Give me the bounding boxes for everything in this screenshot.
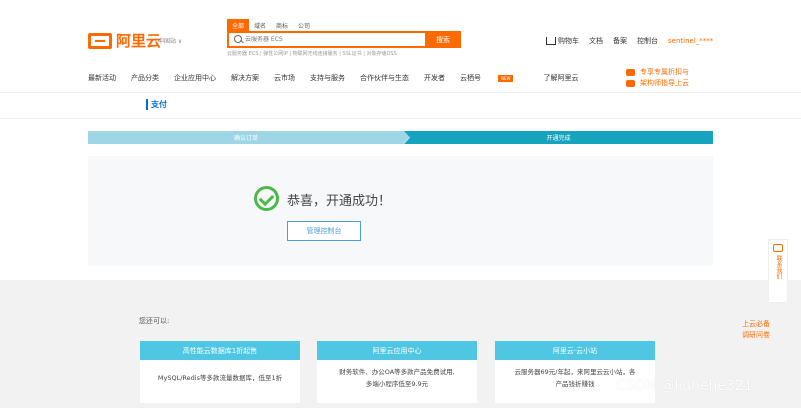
success-panel [88, 156, 713, 266]
card-body: MySQL/Redis等多款流量数据库，低至1折 [140, 360, 300, 384]
step-confirm-order: 确认订单 [88, 131, 410, 144]
logo-text: 阿里云 [116, 32, 162, 50]
nav-item-products[interactable]: 产品分类 [131, 73, 159, 83]
card-title: 阿里云应用中心 [317, 341, 477, 360]
contact-us-widget[interactable]: 联系我们 [768, 239, 788, 303]
promo-discount-label: 专享专属折扣与 [640, 68, 689, 76]
aliyun-logo[interactable]: 阿里云 [88, 30, 161, 51]
page-title: 支付 [146, 99, 167, 110]
search-input[interactable] [245, 36, 425, 43]
cart-icon [546, 37, 556, 45]
promo-architect[interactable]: 架构师指导上云 [626, 78, 689, 89]
main-nav: 最新活动 产品分类 企业应用中心 解决方案 云市场 支持与服务 合作伙伴与生态 … [88, 73, 593, 83]
promo-architect-label: 架构师指导上云 [640, 79, 689, 87]
nav-item-solutions[interactable]: 解决方案 [231, 73, 259, 83]
cart-link[interactable]: 购物车 [546, 36, 579, 46]
chat-icon [626, 69, 635, 76]
cart-label: 购物车 [558, 37, 579, 45]
step-activation-complete: 开通完成 [404, 131, 713, 144]
card-title: 阿里云·云小站 [495, 341, 655, 360]
nav-item-support[interactable]: 支持与服务 [310, 73, 345, 83]
region-selector[interactable]: 中国站 ∨ [158, 36, 182, 45]
chat-icon [773, 244, 783, 252]
watermark: CSDN @liuhehe321 [616, 378, 753, 394]
card-line: 云服务器69元/年起，来阿里云云小站，各 [514, 368, 636, 376]
card-line: 财务软件、办公OA等多款产品免费试用, [339, 368, 455, 376]
nav-item-developers[interactable]: 开发者 [424, 73, 445, 83]
chat-icon [626, 80, 635, 87]
search-bar: 搜索 [227, 31, 461, 48]
top-links: 购物车 文档 备案 控制台 sentinel_**** [546, 36, 713, 46]
recommend-hint: 您还可以: [139, 317, 170, 325]
docs-link[interactable]: 文档 [589, 36, 603, 46]
promo-links: 专享专属折扣与 架构师指导上云 [626, 67, 689, 89]
recommend-card-database[interactable]: 高性能云数据库1折起售 MySQL/Redis等多款流量数据库，低至1折 [140, 341, 300, 403]
nav-item-about[interactable]: 了解阿里云 [543, 73, 578, 83]
user-account[interactable]: sentinel_**** [668, 37, 713, 45]
card-title: 高性能云数据库1折起售 [140, 341, 300, 360]
card-line: 多端小程序低至9.9元 [365, 380, 429, 388]
card-body: 财务软件、办公OA等多款产品免费试用, 多端小程序低至9.9元 [317, 360, 477, 390]
subnav-divider [0, 118, 801, 119]
manage-console-button[interactable]: 管理控制台 [287, 221, 361, 241]
nav-item-market[interactable]: 云市场 [274, 73, 295, 83]
page: 阿里云 中国站 ∨ 全部 域名 商标 公司 搜索 云服务器 ECS | 弹性公网… [0, 0, 801, 408]
promo-discount[interactable]: 专享专属折扣与 [626, 67, 689, 78]
nav-item-enterprise[interactable]: 企业应用中心 [174, 73, 216, 83]
success-message: 恭喜，开通成功！ [287, 194, 392, 209]
nav-item-activities[interactable]: 最新活动 [88, 73, 116, 83]
recommend-card-app-center[interactable]: 阿里云应用中心 财务软件、办公OA等多款产品免费试用, 多端小程序低至9.9元 [317, 341, 477, 403]
search-button[interactable]: 搜索 [425, 31, 461, 48]
filing-link[interactable]: 备案 [613, 36, 627, 46]
survey-line-2: 调研问卷 [742, 331, 770, 339]
success-check-icon [254, 186, 279, 211]
nav-item-yunqi[interactable]: 云栖号 NEW [460, 73, 528, 83]
nav-divider [0, 92, 801, 93]
console-link[interactable]: 控制台 [637, 36, 658, 46]
new-badge: NEW [498, 74, 514, 82]
search-icon [233, 34, 245, 46]
nav-item-yunqi-label: 云栖号 [460, 74, 481, 82]
contact-us-label: 联系我们 [775, 255, 782, 279]
survey-line-1: 上云必备 [742, 320, 770, 328]
hot-search-links[interactable]: 云服务器 ECS | 弹性公网IP | 物联网无线连接服务 | SSL证书 | … [227, 50, 397, 57]
survey-link[interactable]: 上云必备 调研问卷 [742, 319, 770, 341]
logo-icon [88, 32, 112, 49]
card-line: MySQL/Redis等多款流量数据库，低至1折 [157, 374, 283, 382]
nav-item-partners[interactable]: 合作伙伴与生态 [360, 73, 409, 83]
